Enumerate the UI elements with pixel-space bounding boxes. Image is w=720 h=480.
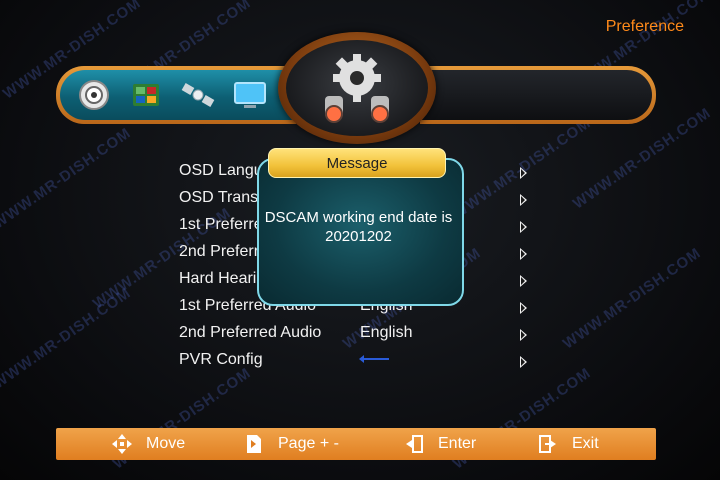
page-title: Preference xyxy=(605,18,684,35)
menu-item-label: 1st Preferre xyxy=(179,216,263,233)
footer-exit: Exit xyxy=(538,434,599,454)
arrow-left-icon xyxy=(359,355,389,363)
menu-item-2nd-preferred-audio[interactable]: 2nd Preferred Audio English xyxy=(179,324,539,350)
footer-exit-label: Exit xyxy=(572,435,599,452)
move-arrows-icon xyxy=(112,434,132,454)
menu-item-label: 2nd Preferr xyxy=(179,243,260,260)
menu-item-label: 2nd Preferred Audio xyxy=(179,324,322,341)
menu-item-value: English xyxy=(360,324,413,341)
header-icon-bar xyxy=(56,66,296,124)
footer-enter: Enter xyxy=(404,434,476,454)
footer-enter-label: Enter xyxy=(438,435,477,452)
dialog-title: Message xyxy=(268,148,446,178)
arrow-right-icon xyxy=(520,302,527,314)
menu-item-label: OSD Transp xyxy=(179,189,268,206)
enter-icon xyxy=(404,434,424,454)
footer-page: Page + - xyxy=(244,434,339,454)
arrow-right-icon xyxy=(520,248,527,260)
watermark-text: WWW.MR-DISH.COM xyxy=(0,124,135,233)
menu-item-pvr-config[interactable]: PVR Config xyxy=(179,351,539,377)
arrow-right-icon xyxy=(520,221,527,233)
arrow-right-icon xyxy=(520,329,527,341)
settings-dial-icon[interactable] xyxy=(76,77,112,113)
dialog-message: DSCAM working end date is 20201202 xyxy=(257,208,460,246)
satellite-icon[interactable] xyxy=(180,77,216,113)
arrow-right-icon xyxy=(520,275,527,287)
footer-move-label: Move xyxy=(146,435,186,452)
menu-item-label: PVR Config xyxy=(179,351,263,368)
header-title-bar xyxy=(420,66,656,124)
dialog-message-line: 20201202 xyxy=(325,228,392,245)
media-icon[interactable] xyxy=(128,77,164,113)
page-icon xyxy=(244,434,264,454)
dialog-message-line: DSCAM working end date is xyxy=(264,209,453,226)
arrow-right-icon xyxy=(520,356,527,368)
watermark-text: WWW.MR-DISH.COM xyxy=(559,244,705,353)
arrow-right-icon xyxy=(520,194,527,206)
menu-item-label: Hard Hearin xyxy=(179,270,266,287)
watermark-text: WWW.MR-DISH.COM xyxy=(0,284,135,393)
gear-icon xyxy=(325,54,389,123)
arrow-right-icon xyxy=(520,167,527,179)
footer-move: Move xyxy=(112,434,185,454)
footer-page-label: Page + - xyxy=(278,435,339,452)
footer-help-bar: Move Page + - Enter Exit xyxy=(56,428,656,460)
tv-icon[interactable] xyxy=(232,77,268,113)
exit-icon xyxy=(538,434,558,454)
preference-emblem xyxy=(278,32,436,144)
